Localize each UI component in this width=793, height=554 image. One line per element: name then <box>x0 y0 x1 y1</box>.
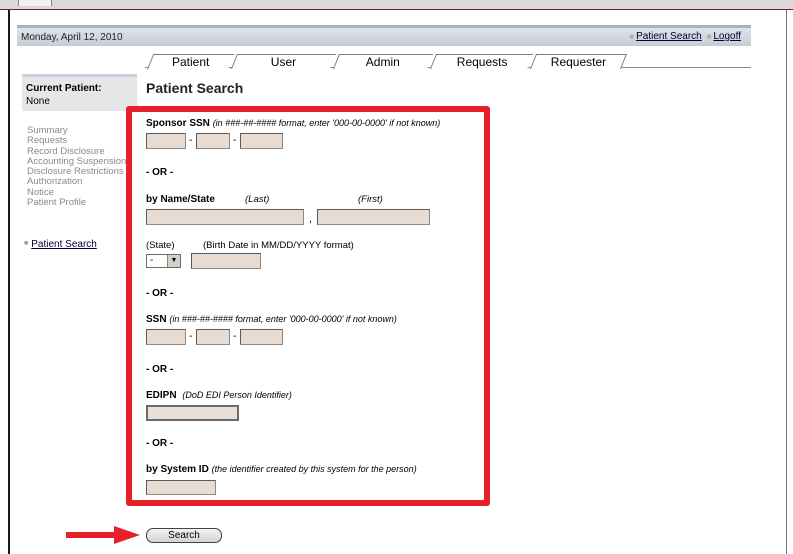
ssn-part2-input[interactable] <box>196 329 230 345</box>
frame-border-left <box>8 10 10 554</box>
ssn-note: (in ###-##-#### format, enter '000-00-00… <box>169 314 397 324</box>
or-separator: - OR - <box>146 438 174 449</box>
or-separator: - OR - <box>146 288 174 299</box>
sidebar-patient-search: ■ Patient Search <box>24 239 97 250</box>
bullet-icon: ■ <box>706 32 712 41</box>
birth-date-input[interactable] <box>191 253 261 269</box>
header-links: ■ Patient Search ■ Logoff <box>627 31 741 42</box>
sidebar-nav: Summary Requests Record Disclosure Accou… <box>27 126 137 208</box>
tab-label: Patient <box>172 55 210 69</box>
system-id-input[interactable] <box>146 480 216 495</box>
dash: - <box>233 135 237 146</box>
dash: - <box>233 331 237 342</box>
edipn-note: (DoD EDI Person Identifier) <box>182 390 292 400</box>
sidebar-item-patient-profile: Patient Profile <box>27 197 87 209</box>
birth-date-label: (Birth Date in MM/DD/YYYY format) <box>203 240 354 251</box>
sponsor-ssn-label: Sponsor SSN (in ###-##-#### format, ente… <box>146 118 440 129</box>
sponsor-ssn-part2-input[interactable] <box>196 133 230 149</box>
ssn-part3-input[interactable] <box>240 329 283 345</box>
system-id-note: (the identifier created by this system f… <box>211 464 417 474</box>
current-patient-label: Current Patient: <box>26 83 102 94</box>
bullet-icon: ■ <box>24 240 29 247</box>
ssn-label: SSN (in ###-##-#### format, enter '000-0… <box>146 314 397 325</box>
edipn-label-text: EDIPN <box>146 390 177 401</box>
tab-admin[interactable]: Admin <box>332 54 434 69</box>
edipn-input[interactable] <box>146 405 239 421</box>
dash: - <box>189 135 193 146</box>
search-button[interactable]: Search <box>146 528 222 543</box>
dash: - <box>189 331 193 342</box>
current-date: Monday, April 12, 2010 <box>21 32 123 43</box>
frame-border-right <box>786 10 787 554</box>
ssn-part1-input[interactable] <box>146 329 186 345</box>
sponsor-ssn-part1-input[interactable] <box>146 133 186 149</box>
tab-requests[interactable]: Requests <box>429 54 534 69</box>
page-title: Patient Search <box>146 80 244 96</box>
state-label: (State) <box>146 240 175 251</box>
first-name-input[interactable] <box>317 209 430 225</box>
tab-user[interactable]: User <box>230 54 337 69</box>
window-top-strip <box>0 0 793 10</box>
comma: , <box>309 213 313 225</box>
by-name-label: by Name/State <box>146 194 215 205</box>
sponsor-ssn-part3-input[interactable] <box>240 133 283 149</box>
highlight-box <box>126 106 490 506</box>
sidebar-patient-search-link[interactable]: Patient Search <box>31 239 97 250</box>
current-patient-box: Current Patient: None <box>22 74 137 111</box>
last-label: (Last) <box>245 194 270 205</box>
arrow-right-icon <box>66 526 140 544</box>
logoff-link[interactable]: Logoff <box>713 31 741 42</box>
system-id-label: by System ID (the identifier created by … <box>146 464 417 475</box>
tab-label: Admin <box>366 55 401 69</box>
or-separator: - OR - <box>146 364 174 375</box>
tab-label: User <box>271 55 297 69</box>
window-tab <box>18 0 52 6</box>
state-select[interactable]: - ▼ <box>146 254 181 268</box>
or-separator: - OR - <box>146 167 174 178</box>
edipn-label: EDIPN (DoD EDI Person Identifier) <box>146 390 292 401</box>
chevron-down-icon[interactable]: ▼ <box>167 255 180 267</box>
tab-label: Requests <box>456 55 508 69</box>
tab-label: Requester <box>550 55 606 69</box>
tab-requester[interactable]: Requester <box>529 54 628 69</box>
sponsor-ssn-label-text: Sponsor SSN <box>146 118 210 129</box>
ssn-label-text: SSN <box>146 314 167 325</box>
tab-patient[interactable]: Patient <box>146 54 235 70</box>
last-name-input[interactable] <box>146 209 304 225</box>
bullet-icon: ■ <box>629 32 635 41</box>
sponsor-ssn-note: (in ###-##-#### format, enter '000-00-00… <box>212 118 441 128</box>
header-bar: Monday, April 12, 2010 ■ Patient Search ■… <box>17 25 751 46</box>
current-patient-value: None <box>26 96 50 107</box>
system-id-label-text: by System ID <box>146 464 209 475</box>
state-select-value: - <box>150 255 154 266</box>
first-label: (First) <box>358 194 383 205</box>
patient-search-link[interactable]: Patient Search <box>636 31 702 42</box>
